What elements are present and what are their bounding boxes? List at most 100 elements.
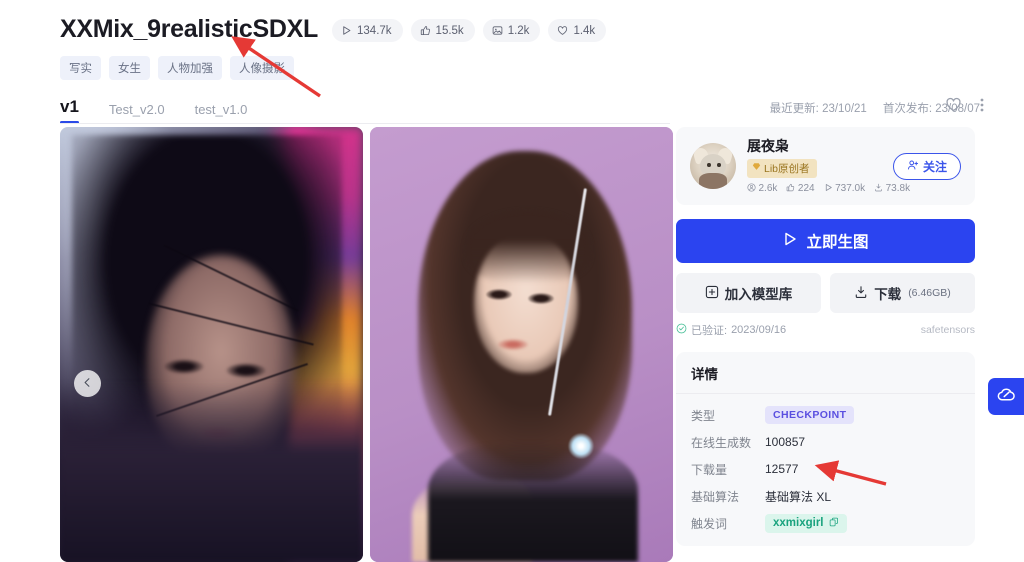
favorite-button[interactable] xyxy=(945,96,962,118)
detail-key-generations: 在线生成数 xyxy=(691,435,752,450)
plus-box-icon xyxy=(705,285,719,302)
stat-pill-likes-value: 15.5k xyxy=(435,24,464,37)
image-gallery xyxy=(60,127,673,562)
details-body: 类型 CHECKPOINT 在线生成数 100857 下载量 12577 基础算… xyxy=(676,394,975,546)
trigger-word-chip[interactable]: xxmixgirl xyxy=(765,513,847,533)
image-1-lower-shadow xyxy=(60,382,363,562)
model-detail-page: XXMix_9realisticSDXL 134.7k 15.5k 1.2k 1… xyxy=(0,0,1024,562)
author-name[interactable]: 展夜枭 xyxy=(747,138,882,155)
detail-row-base-algorithm: 基础算法 基础算法 XL xyxy=(691,485,960,507)
page-header: XXMix_9realisticSDXL 134.7k 15.5k 1.2k 1… xyxy=(60,14,980,80)
thumbs-up-icon xyxy=(786,183,795,195)
gallery-image-1[interactable] xyxy=(60,127,363,562)
download-icon xyxy=(854,285,868,302)
image-icon xyxy=(492,25,503,36)
model-stat-pills: 134.7k 15.5k 1.2k 1.4k xyxy=(332,19,607,42)
tabs-divider xyxy=(60,123,670,124)
author-badge-label: Lib原创者 xyxy=(764,162,810,175)
author-stat-downloads: 73.8k xyxy=(874,183,910,195)
diamond-icon xyxy=(752,162,761,174)
cat-avatar-eye xyxy=(707,163,711,167)
image-2-top xyxy=(428,442,638,562)
detail-row-type: 类型 CHECKPOINT xyxy=(691,404,960,426)
check-circle-icon xyxy=(676,323,687,337)
trigger-word-label: xxmixgirl xyxy=(773,517,824,529)
gallery-image-2[interactable] xyxy=(370,127,673,562)
verified-date: 2023/09/16 xyxy=(731,324,787,336)
detail-value-type: CHECKPOINT xyxy=(765,406,855,424)
author-badge: Lib原创者 xyxy=(747,158,817,178)
image-2-lips xyxy=(498,339,528,350)
version-tabs-bar: v1 Test_v2.0 test_v1.0 最近更新: 23/10/21 首次… xyxy=(60,90,980,124)
version-actions xyxy=(945,96,984,118)
tab-test-v2[interactable]: Test_v2.0 xyxy=(109,102,165,124)
verified-label: 已验证: xyxy=(691,325,728,337)
cat-avatar-body xyxy=(699,173,727,189)
title-row: XXMix_9realisticSDXL 134.7k 15.5k 1.2k 1… xyxy=(60,14,980,44)
author-stat-followers-value: 2.6k xyxy=(758,183,778,194)
chevron-left-icon xyxy=(82,375,93,393)
stat-pill-favorites: 1.4k xyxy=(548,19,607,42)
cloud-float-button[interactable] xyxy=(988,378,1024,415)
detail-value-base-algorithm: 基础算法 XL xyxy=(765,489,832,504)
author-meta: 展夜枭 Lib原创者 2.6k 224 737.0k 73.8k xyxy=(747,138,910,195)
copy-icon[interactable] xyxy=(829,517,839,530)
details-card: 详情 类型 CHECKPOINT 在线生成数 100857 下载量 12577 xyxy=(676,352,975,546)
add-to-library-button[interactable]: 加入模型库 xyxy=(676,273,821,313)
stat-pill-favorites-value: 1.4k xyxy=(573,24,596,37)
tab-v1[interactable]: v1 xyxy=(60,97,79,124)
verified-info: 已验证: 2023/09/16 xyxy=(676,322,786,338)
generate-button[interactable]: 立即生图 xyxy=(676,219,975,263)
image-2-eye-left xyxy=(486,289,512,300)
download-button[interactable]: 下载 (6.46GB) xyxy=(830,273,975,313)
page-title: XXMix_9realisticSDXL xyxy=(60,15,319,43)
tag-item[interactable]: 人像摄影 xyxy=(230,56,294,80)
author-stat-followers: 2.6k xyxy=(747,182,778,195)
author-stat-runs-value: 737.0k xyxy=(835,183,866,194)
more-menu-button[interactable] xyxy=(980,97,984,118)
play-icon xyxy=(341,25,352,36)
stat-pill-runs-value: 134.7k xyxy=(357,24,392,37)
generate-button-label: 立即生图 xyxy=(806,234,869,251)
more-vertical-icon xyxy=(980,97,984,118)
image-2-eye-right xyxy=(528,293,554,304)
stat-pill-images: 1.2k xyxy=(482,19,541,42)
play-icon xyxy=(824,183,833,195)
download-icon xyxy=(874,183,883,195)
details-title: 详情 xyxy=(676,352,975,394)
author-stats: 2.6k 224 737.0k 73.8k xyxy=(747,182,910,195)
secondary-actions: 加入模型库 下载 (6.46GB) xyxy=(676,273,975,313)
file-format-label: safetensors xyxy=(920,324,975,336)
tag-item[interactable]: 人物加强 xyxy=(158,56,222,80)
image-1-eye-left xyxy=(164,359,204,374)
detail-key-type: 类型 xyxy=(691,408,716,423)
type-badge: CHECKPOINT xyxy=(765,406,855,424)
heart-icon xyxy=(945,96,962,118)
author-stat-likes-value: 224 xyxy=(797,183,815,194)
cloud-icon xyxy=(996,384,1017,410)
detail-key-trigger-word: 触发词 xyxy=(691,516,728,531)
follow-button-label: 关注 xyxy=(922,159,947,174)
detail-key-base-algorithm: 基础算法 xyxy=(691,489,740,504)
gallery-prev-button[interactable] xyxy=(74,370,101,397)
tag-item[interactable]: 写实 xyxy=(60,56,101,80)
tag-row: 写实 女生 人物加强 人像摄影 xyxy=(60,56,980,80)
tab-test-v1[interactable]: test_v1.0 xyxy=(195,102,248,124)
author-stat-likes: 224 xyxy=(786,183,815,195)
heart-icon xyxy=(557,25,568,36)
updated-label: 最近更新: xyxy=(769,103,819,115)
avatar[interactable] xyxy=(690,143,736,189)
tag-item[interactable]: 女生 xyxy=(109,56,150,80)
stat-pill-runs: 134.7k xyxy=(332,19,403,42)
published-label: 首次发布: xyxy=(882,103,933,115)
image-2-star-earring xyxy=(568,433,594,459)
detail-value-generations: 100857 xyxy=(765,435,806,449)
add-to-library-label: 加入模型库 xyxy=(724,287,793,302)
detail-value-downloads: 12577 xyxy=(765,462,799,476)
detail-row-generations: 在线生成数 100857 xyxy=(691,431,960,453)
user-icon xyxy=(747,182,756,195)
detail-row-downloads: 下载量 12577 xyxy=(691,458,960,480)
play-icon xyxy=(782,231,798,252)
cat-avatar-eye xyxy=(717,163,721,167)
follow-button[interactable]: 关注 xyxy=(892,152,961,180)
